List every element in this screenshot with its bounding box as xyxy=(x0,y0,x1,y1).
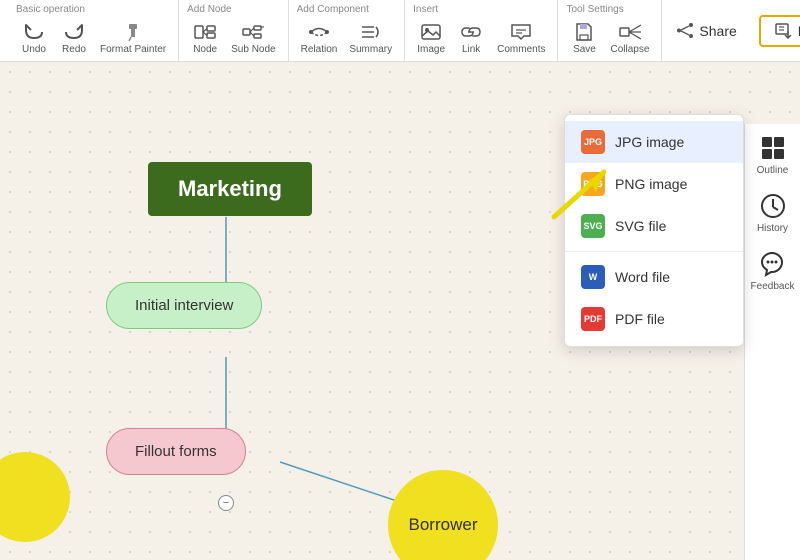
group-label-addcomponent: Add Component xyxy=(297,4,369,15)
save-button[interactable]: Save xyxy=(566,19,602,57)
sub-node-button[interactable]: Sub Node xyxy=(227,19,279,57)
export-button[interactable]: Export xyxy=(759,15,800,47)
group-label-addnode: Add Node xyxy=(187,4,231,15)
export-word-label: Word file xyxy=(615,269,670,285)
image-icon xyxy=(420,21,442,43)
format-painter-button[interactable]: Format Painter xyxy=(96,19,170,57)
export-word-item[interactable]: W Word file xyxy=(565,256,743,298)
addnode-buttons: Node Sub Node xyxy=(187,19,279,57)
yellow-arrow-annotation xyxy=(544,162,604,222)
node-button[interactable]: Node xyxy=(187,19,223,57)
word-icon: W xyxy=(581,265,605,289)
export-png-label: PNG image xyxy=(615,176,687,192)
summary-icon xyxy=(360,21,382,43)
redo-label: Redo xyxy=(62,44,86,55)
format-painter-label: Format Painter xyxy=(100,44,166,55)
collapse-icon xyxy=(619,21,641,43)
toolbar-group-basic: Basic operation Undo Redo Format Painter xyxy=(8,0,179,61)
node-yellow-left[interactable] xyxy=(0,452,70,542)
node-marketing[interactable]: Marketing xyxy=(148,162,312,216)
history-label: History xyxy=(757,223,788,234)
node-label: Node xyxy=(193,44,217,55)
toolbar-group-toolsettings: Tool Settings Save Collapse xyxy=(558,0,662,61)
panel-history[interactable]: History xyxy=(757,192,788,234)
relation-icon xyxy=(308,21,330,43)
sub-node-label: Sub Node xyxy=(231,44,275,55)
image-label: Image xyxy=(417,44,445,55)
feedback-icon xyxy=(758,250,786,278)
toolsettings-buttons: Save Collapse xyxy=(566,19,653,57)
group-label-insert: Insert xyxy=(413,4,438,15)
node-icon xyxy=(194,21,216,43)
toolbar-group-insert: Insert Image Link Comments xyxy=(405,0,558,61)
group-label-toolsettings: Tool Settings xyxy=(566,4,623,15)
link-button[interactable]: Link xyxy=(453,19,489,57)
share-icon xyxy=(676,23,694,39)
format-painter-icon xyxy=(122,21,144,43)
export-divider xyxy=(565,251,743,252)
collapse-dot-fillout[interactable]: − xyxy=(218,495,234,511)
comments-button[interactable]: Comments xyxy=(493,19,549,57)
feedback-label: Feedback xyxy=(751,281,795,292)
sub-node-icon xyxy=(242,21,264,43)
share-button[interactable]: Share xyxy=(662,17,750,45)
export-jpg-label: JPG image xyxy=(615,134,684,150)
jpg-icon: JPG xyxy=(581,130,605,154)
pdf-icon: PDF xyxy=(581,307,605,331)
image-button[interactable]: Image xyxy=(413,19,449,57)
relation-button[interactable]: Relation xyxy=(297,19,342,57)
node-initial-interview[interactable]: Initial interview xyxy=(106,282,262,329)
export-pdf-item[interactable]: PDF PDF file xyxy=(565,298,743,340)
right-panel: Outline History Feedback xyxy=(744,124,800,560)
save-icon xyxy=(573,21,595,43)
save-label: Save xyxy=(573,44,596,55)
panel-outline[interactable]: Outline xyxy=(757,134,789,176)
export-jpg-item[interactable]: JPG JPG image xyxy=(565,121,743,163)
undo-button[interactable]: Undo xyxy=(16,19,52,57)
collapse-button[interactable]: Collapse xyxy=(606,19,653,57)
outline-label: Outline xyxy=(757,165,789,176)
toolbar-group-addcomponent: Add Component Relation Summary xyxy=(289,0,406,61)
summary-label: Summary xyxy=(349,44,392,55)
comments-icon xyxy=(510,21,532,43)
node-fillout-forms[interactable]: Fillout forms xyxy=(106,428,246,475)
toolbar: Basic operation Undo Redo Format Painter xyxy=(0,0,800,62)
export-icon xyxy=(775,23,793,39)
export-svg-label: SVG file xyxy=(615,218,666,234)
link-icon xyxy=(460,21,482,43)
basic-buttons: Undo Redo Format Painter xyxy=(16,19,170,57)
toolbar-right: Share Export xyxy=(662,15,800,47)
history-icon xyxy=(759,192,787,220)
link-label: Link xyxy=(462,44,480,55)
redo-button[interactable]: Redo xyxy=(56,19,92,57)
export-pdf-label: PDF file xyxy=(615,311,665,327)
summary-button[interactable]: Summary xyxy=(345,19,396,57)
insert-buttons: Image Link Comments xyxy=(413,19,549,57)
redo-icon xyxy=(63,21,85,43)
undo-label: Undo xyxy=(22,44,46,55)
relation-label: Relation xyxy=(301,44,338,55)
node-borrower[interactable]: Borrower xyxy=(388,470,498,560)
undo-icon xyxy=(23,21,45,43)
collapse-label: Collapse xyxy=(610,44,649,55)
toolbar-group-addnode: Add Node Node Sub Node xyxy=(179,0,288,61)
group-label-basic: Basic operation xyxy=(16,4,85,15)
panel-feedback[interactable]: Feedback xyxy=(751,250,795,292)
comments-label: Comments xyxy=(497,44,545,55)
addcomponent-buttons: Relation Summary xyxy=(297,19,397,57)
outline-icon xyxy=(759,134,787,162)
canvas: Marketing Initial interview Fillout form… xyxy=(0,62,800,560)
share-label: Share xyxy=(699,23,736,39)
